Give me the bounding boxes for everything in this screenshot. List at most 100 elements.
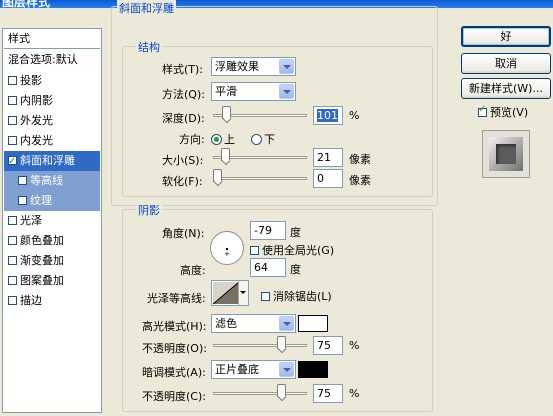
antialias-checkbox[interactable] <box>261 292 270 301</box>
style-item[interactable]: 外发光 <box>4 111 100 131</box>
highlight-opacity-track[interactable] <box>213 344 307 347</box>
style-item-checkbox[interactable] <box>8 276 17 285</box>
preview-bevel <box>489 137 523 171</box>
direction-down-label: 下 <box>264 133 275 146</box>
direction-down-option[interactable]: 下 <box>251 131 275 147</box>
technique-label: 方法(Q): <box>162 88 205 101</box>
style-item[interactable]: 内发光 <box>4 131 100 151</box>
direction-up-option[interactable]: 上 <box>211 131 235 147</box>
global-light-label: 使用全局光(G) <box>262 244 335 257</box>
style-item-label: 纹理 <box>30 194 52 207</box>
highlight-opacity-input[interactable]: 75 <box>313 336 343 355</box>
cancel-button[interactable]: 取消 <box>461 53 551 74</box>
highlight-mode-value: 滤色 <box>215 317 237 330</box>
highlight-opacity-label: 不透明度(O): <box>142 342 207 355</box>
altitude-input[interactable]: 64 <box>250 258 286 277</box>
technique-select[interactable]: 平滑 <box>211 82 296 101</box>
depth-label: 深度(D): <box>162 112 205 125</box>
style-item[interactable]: 内阴影 <box>4 91 100 111</box>
style-item-label: 光泽 <box>20 214 42 227</box>
style-item-checkbox[interactable] <box>8 152 17 172</box>
angle-input[interactable]: -79 <box>250 221 286 240</box>
preview-option[interactable]: 预览(V) <box>478 104 528 120</box>
shadow-color-swatch[interactable] <box>298 361 328 378</box>
highlight-opacity-unit: % <box>349 339 360 352</box>
shadow-opacity-unit: % <box>349 387 360 400</box>
antialias-option[interactable]: 消除锯齿(L) <box>261 288 332 304</box>
soften-slider-thumb[interactable] <box>213 169 222 182</box>
preview-inner <box>496 144 516 164</box>
style-item-label: 描边 <box>20 294 42 307</box>
style-select[interactable]: 浮雕效果 <box>211 57 296 76</box>
chevron-down-icon <box>279 362 294 377</box>
style-item[interactable]: 渐变叠加 <box>4 251 100 271</box>
angle-unit: 度 <box>290 226 301 239</box>
style-label: 样式(T): <box>162 63 204 76</box>
depth-input[interactable]: 101 <box>313 106 343 125</box>
style-item-checkbox[interactable] <box>18 196 27 205</box>
shadow-opacity-track[interactable] <box>213 392 307 395</box>
style-item-checkbox[interactable] <box>8 136 17 145</box>
soften-unit: 像素 <box>349 174 371 187</box>
style-item-checkbox[interactable] <box>8 256 17 265</box>
style-item-checkbox[interactable] <box>8 116 17 125</box>
depth-unit: % <box>349 109 360 122</box>
direction-up-radio[interactable] <box>211 134 222 145</box>
shadow-opacity-input[interactable]: 75 <box>313 384 343 403</box>
angle-label: 角度(N): <box>162 227 205 240</box>
style-item-checkbox[interactable] <box>8 96 17 105</box>
style-item[interactable]: 等高线 <box>4 171 100 191</box>
window-title: 图层样式 <box>2 0 51 9</box>
preview-checkbox[interactable] <box>478 104 487 117</box>
contour-dropdown-button[interactable] <box>238 281 248 305</box>
soften-slider-track[interactable] <box>213 177 307 180</box>
chevron-down-icon <box>279 84 294 99</box>
shadow-opacity-thumb[interactable] <box>276 384 286 397</box>
size-slider-thumb[interactable] <box>220 148 230 161</box>
highlight-color-swatch[interactable] <box>298 315 328 332</box>
highlight-opacity-thumb[interactable] <box>276 336 286 349</box>
blend-options-item[interactable]: 混合选项:默认 <box>4 50 100 70</box>
bevel-emboss-title: 斜面和浮雕 <box>117 0 176 16</box>
style-item[interactable]: 斜面和浮雕 <box>4 151 100 172</box>
shadow-opacity-label: 不透明度(C): <box>142 390 206 403</box>
style-item-checkbox[interactable] <box>8 296 17 305</box>
angle-dial[interactable]: + <box>210 231 244 265</box>
depth-slider-thumb[interactable] <box>221 106 231 119</box>
style-item[interactable]: 纹理 <box>4 191 100 211</box>
style-item-label: 内阴影 <box>20 94 53 107</box>
style-item-checkbox[interactable] <box>8 216 17 225</box>
dial-crosshair-icon: + <box>224 250 230 258</box>
style-item[interactable]: 颜色叠加 <box>4 231 100 251</box>
direction-label: 方向: <box>179 133 205 146</box>
style-item-label: 等高线 <box>30 174 63 187</box>
direction-down-radio[interactable] <box>251 134 262 145</box>
shadow-mode-select[interactable]: 正片叠底 <box>211 360 296 379</box>
ok-button[interactable]: 好 <box>461 26 551 47</box>
contour-preview-icon <box>213 282 239 304</box>
shading-title: 阴影 <box>136 202 162 218</box>
global-light-option[interactable]: 使用全局光(G) <box>250 242 334 258</box>
highlight-mode-select[interactable]: 滤色 <box>211 314 296 333</box>
soften-input[interactable]: 0 <box>313 169 343 188</box>
style-item[interactable]: 描边 <box>4 291 100 311</box>
size-input[interactable]: 21 <box>313 148 343 167</box>
preview-thumbnail <box>482 130 530 178</box>
style-item-checkbox[interactable] <box>18 176 27 185</box>
style-item[interactable]: 图案叠加 <box>4 271 100 291</box>
chevron-down-icon <box>279 59 294 74</box>
altitude-unit: 度 <box>290 263 301 276</box>
style-item-checkbox[interactable] <box>8 236 17 245</box>
gloss-contour-picker[interactable] <box>211 280 249 306</box>
style-select-value: 浮雕效果 <box>215 60 259 73</box>
structure-title: 结构 <box>136 39 162 55</box>
global-light-checkbox[interactable] <box>250 246 259 255</box>
style-item-label: 投影 <box>20 74 42 87</box>
style-item-label: 图案叠加 <box>20 274 64 287</box>
style-item[interactable]: 光泽 <box>4 211 100 231</box>
style-item-label: 颜色叠加 <box>20 234 64 247</box>
new-style-button[interactable]: 新建样式(W)... <box>461 78 551 99</box>
style-item-checkbox[interactable] <box>8 76 17 85</box>
style-list-header[interactable]: 样式 <box>4 29 100 49</box>
style-item[interactable]: 投影 <box>4 71 100 91</box>
